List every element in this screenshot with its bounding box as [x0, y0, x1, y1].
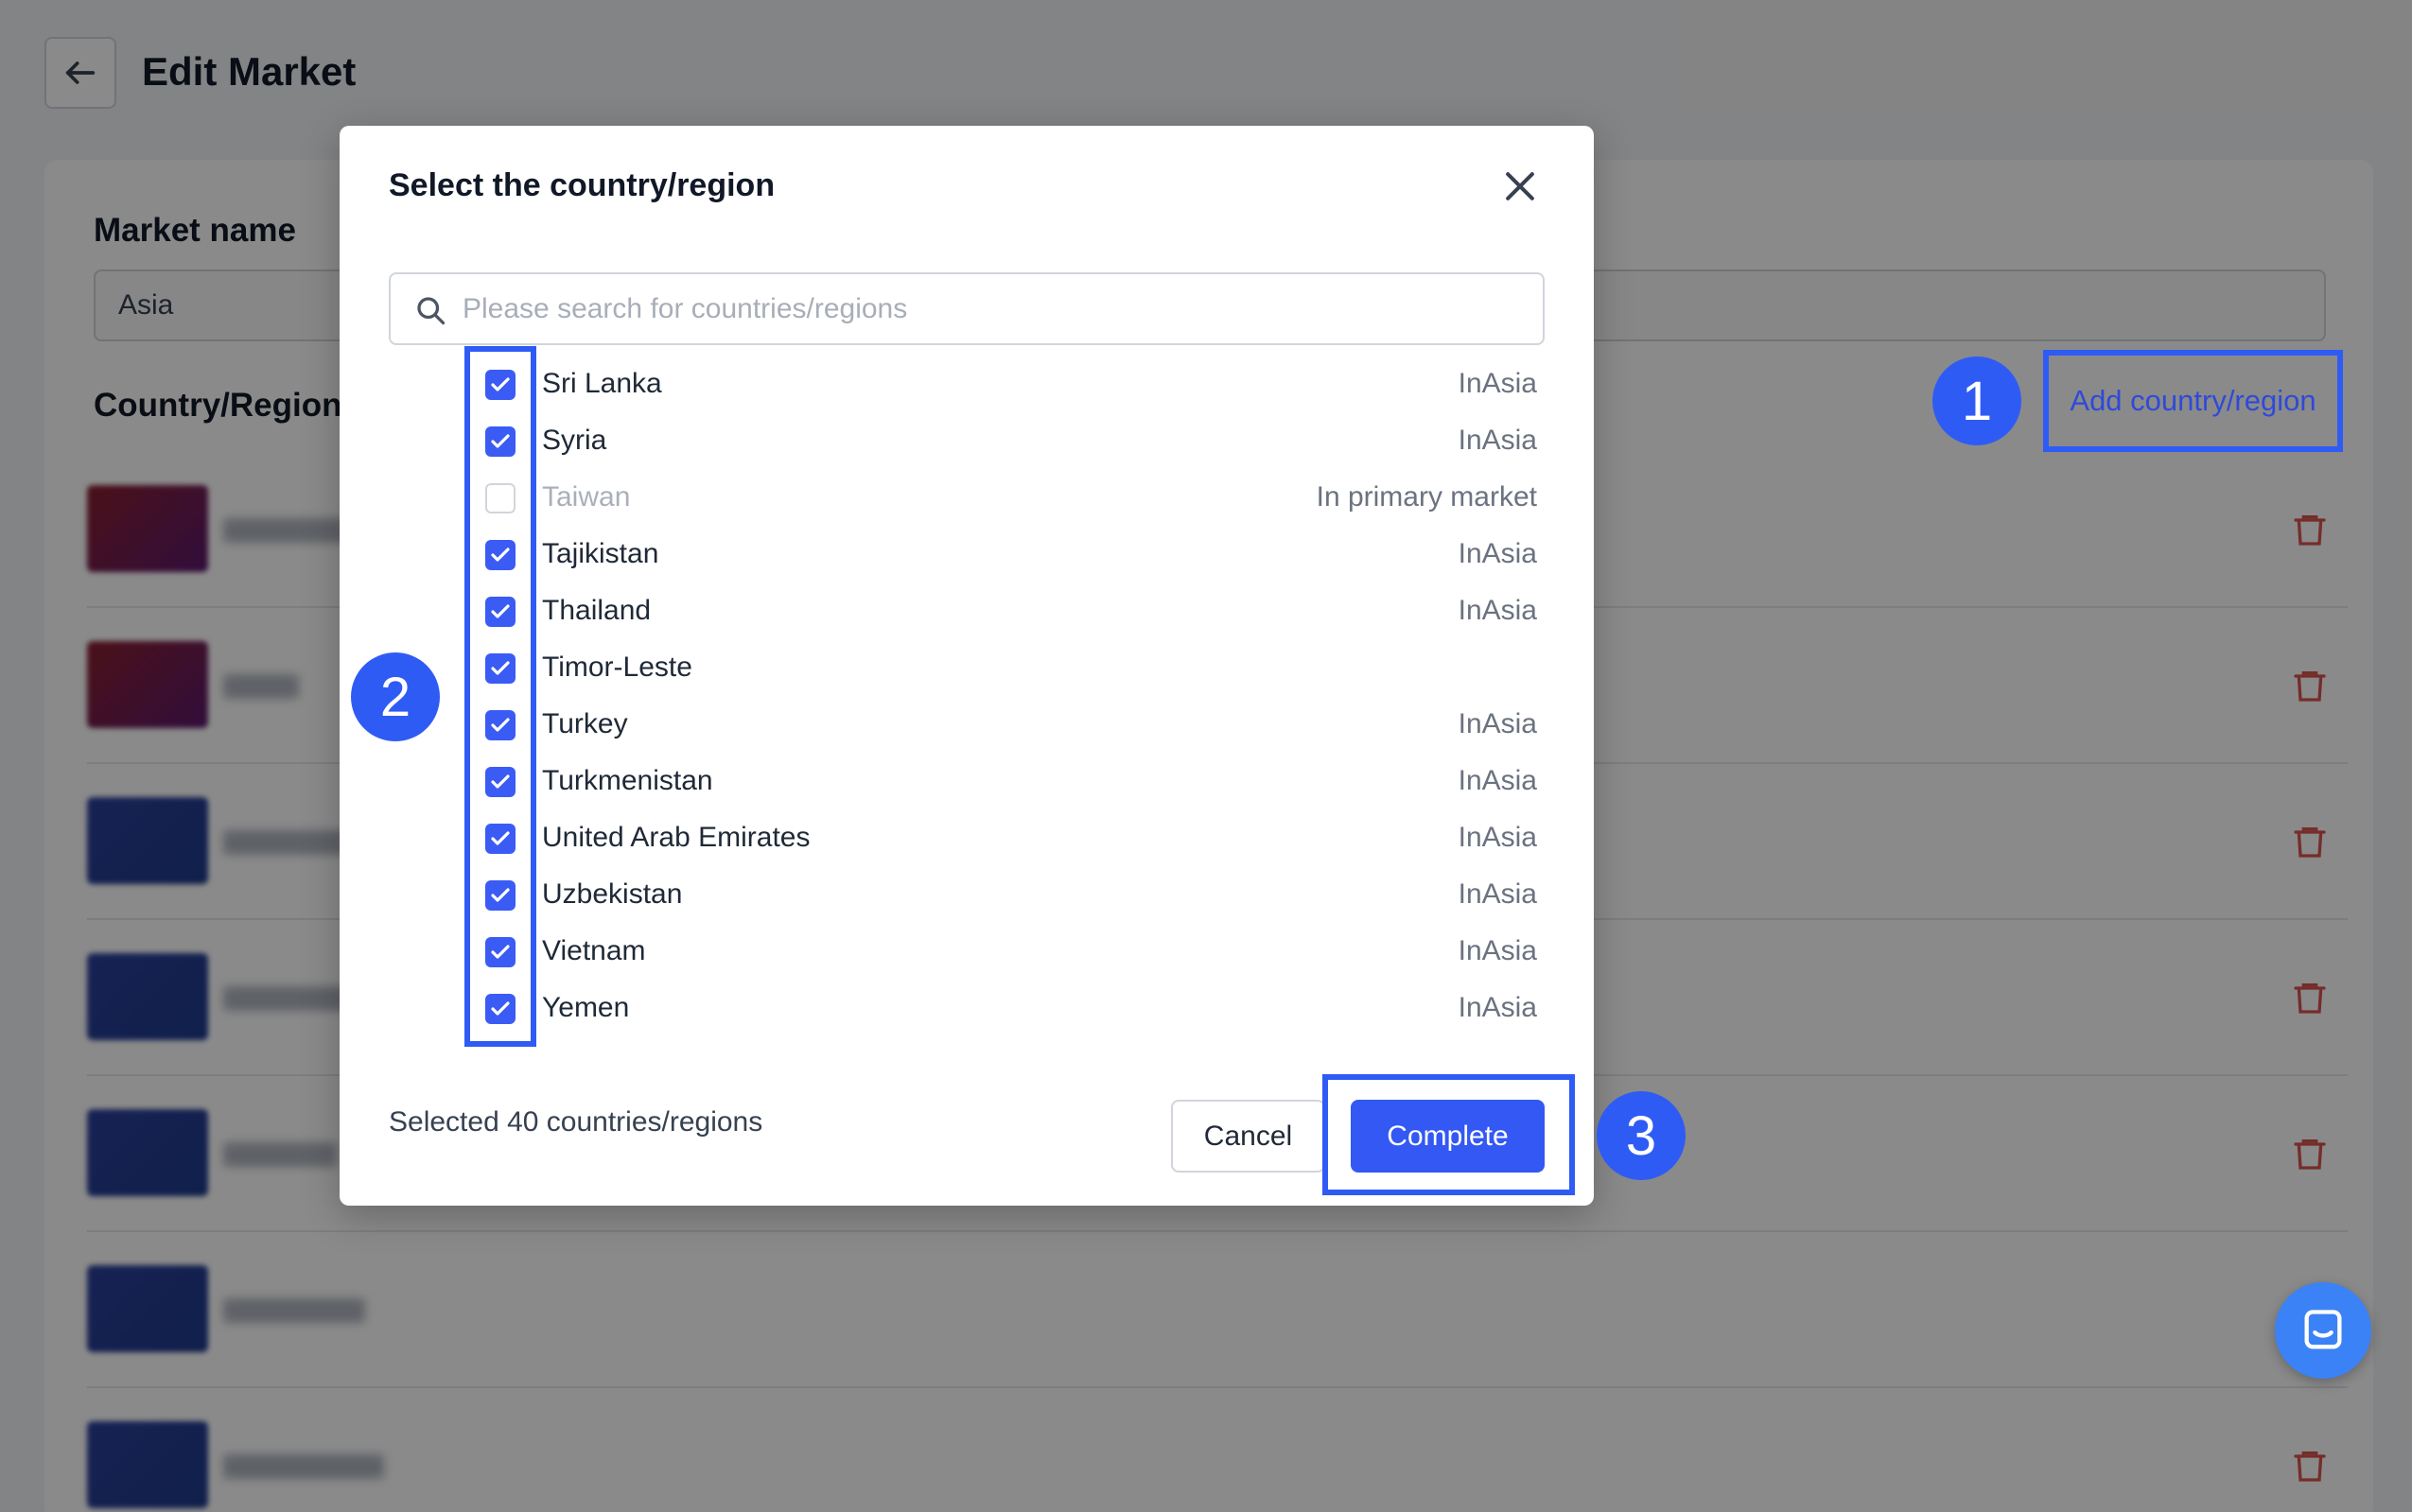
- modal-title: Select the country/region: [389, 167, 776, 203]
- country-name: Syria: [542, 425, 607, 456]
- market-status-tag: InAsia: [1458, 935, 1537, 966]
- market-status-tag: In primary market: [1316, 481, 1537, 513]
- country-name: United Arab Emirates: [542, 822, 811, 853]
- market-status-tag: InAsia: [1458, 708, 1537, 739]
- country-name: Tajikistan: [542, 538, 659, 569]
- market-status-tag: InAsia: [1458, 425, 1537, 456]
- country-name: Turkmenistan: [542, 765, 713, 796]
- market-status-tag: InAsia: [1458, 878, 1537, 910]
- selected-count: Selected 40 countries/regions: [389, 1106, 763, 1138]
- country-name: Timor-Leste: [542, 652, 692, 683]
- country-name: Turkey: [542, 708, 628, 739]
- search-input[interactable]: [463, 284, 1522, 335]
- annotation-badge-2: 2: [351, 652, 440, 741]
- chat-icon: [2304, 1310, 2342, 1349]
- country-name: Yemen: [542, 992, 630, 1023]
- add-country-region-link[interactable]: Add country/region: [2043, 350, 2343, 452]
- market-status-tag: InAsia: [1458, 538, 1537, 569]
- close-icon[interactable]: [1499, 165, 1541, 207]
- country-name: Uzbekistan: [542, 878, 683, 910]
- country-name: Vietnam: [542, 935, 646, 966]
- annotation-badge-3: 3: [1597, 1091, 1686, 1180]
- country-name: Sri Lanka: [542, 368, 662, 399]
- complete-button-highlight: [1322, 1074, 1575, 1195]
- search-field[interactable]: [389, 272, 1545, 345]
- market-status-tag: InAsia: [1458, 822, 1537, 853]
- search-icon: [417, 297, 446, 325]
- annotation-badge-1: 1: [1932, 356, 2021, 445]
- country-name: Taiwan: [542, 481, 631, 513]
- market-status-tag: InAsia: [1458, 595, 1537, 626]
- checkbox-column-highlight: [464, 346, 536, 1047]
- cancel-button[interactable]: Cancel: [1171, 1100, 1325, 1173]
- market-status-tag: InAsia: [1458, 992, 1537, 1023]
- market-status-tag: InAsia: [1458, 368, 1537, 399]
- chat-support-button[interactable]: [2275, 1282, 2371, 1379]
- country-name: Thailand: [542, 595, 652, 626]
- market-status-tag: InAsia: [1458, 765, 1537, 796]
